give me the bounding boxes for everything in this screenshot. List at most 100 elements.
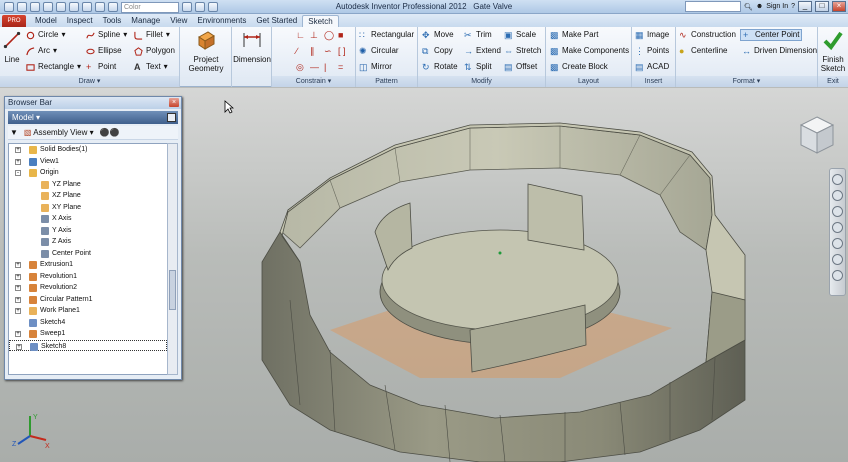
search-icon[interactable]: 🔍︎ (744, 3, 753, 11)
rectangle-button[interactable]: Rectangle ▾ (26, 62, 81, 72)
symmetric-constraint-icon[interactable]: [ ] (338, 46, 351, 61)
center-point-button[interactable]: + Center Point (740, 29, 803, 41)
expand-icon[interactable]: + (15, 273, 21, 280)
filter-icon[interactable]: ▼ (10, 128, 18, 137)
navbar-menu-icon[interactable] (832, 270, 843, 281)
fillet-button[interactable]: Fillet ▾ (134, 30, 170, 40)
tab-get-started[interactable]: Get Started (251, 15, 302, 27)
vertical-constraint-icon[interactable]: | (324, 62, 337, 77)
lock-constraint-icon[interactable]: ■ (338, 30, 351, 45)
tree-item[interactable]: + Revolution1 (9, 271, 167, 283)
tree-item[interactable]: + View1 (9, 156, 167, 168)
scrollbar-thumb[interactable] (169, 270, 176, 310)
tree-item[interactable]: + Work Plane1 (9, 305, 167, 317)
tab-sketch[interactable]: Sketch (302, 15, 339, 27)
sign-in-link[interactable]: Sign In (766, 3, 788, 10)
constrain-panel-title[interactable]: Constrain ▾ (272, 76, 355, 87)
draw-panel-title[interactable]: Draw ▾ (0, 76, 179, 87)
expand-icon[interactable]: + (15, 308, 21, 314)
tree-item[interactable]: Y Axis (9, 225, 167, 237)
points-button[interactable]: ⋮ Points (635, 46, 669, 56)
centerline-button[interactable]: ● Centerline (679, 46, 727, 56)
rectangular-pattern-button[interactable]: ∷ Rectangular (359, 30, 414, 40)
application-button[interactable]: PRO (2, 15, 26, 27)
assembly-view-dropdown[interactable]: ▧ Assembly View ▾ (24, 128, 94, 137)
offset-button[interactable]: ▤ Offset (504, 62, 537, 72)
tab-model[interactable]: Model (30, 15, 62, 27)
browser-bar-title[interactable]: Browser Bar × (5, 97, 181, 109)
create-block-button[interactable]: ▩ Create Block (550, 62, 608, 72)
arc-button[interactable]: Arc ▾ (26, 46, 57, 56)
viewcube[interactable] (798, 115, 836, 157)
browser-bar[interactable]: Browser Bar × Model ▾ ▼ ▧ Assembly View ▾… (4, 96, 182, 380)
browser-menu-icon[interactable] (167, 113, 176, 122)
expand-icon[interactable]: + (16, 343, 22, 350)
expand-icon[interactable]: + (15, 331, 21, 337)
tab-manage[interactable]: Manage (126, 15, 165, 27)
user-icon[interactable]: ☻ (756, 3, 763, 10)
tab-tools[interactable]: Tools (98, 15, 127, 27)
help-search-input[interactable] (685, 1, 742, 12)
tree-item[interactable]: Center Point (9, 248, 167, 260)
stretch-button[interactable]: ⇔ Stretch (504, 46, 541, 56)
tree-item[interactable]: + Solid Bodies(1) (9, 144, 167, 156)
project-geometry-button[interactable]: Project Geometry (182, 29, 230, 73)
tree-item[interactable]: + Revolution2 (9, 282, 167, 294)
construction-button[interactable]: ∿ Construction (679, 30, 736, 40)
close-icon[interactable]: × (169, 98, 179, 107)
format-panel-title[interactable]: Format ▾ (676, 76, 817, 87)
move-button[interactable]: ✥ Move (422, 30, 454, 40)
finish-sketch-button[interactable]: Finish Sketch (818, 29, 848, 73)
ellipse-button[interactable]: Ellipse (86, 46, 122, 56)
tangent-constraint-icon[interactable]: ◯ (324, 30, 337, 45)
orbit-icon[interactable] (832, 222, 843, 233)
expand-icon[interactable]: + (15, 147, 21, 153)
look-at-icon[interactable] (832, 238, 843, 249)
tree-item[interactable]: XY Plane (9, 202, 167, 214)
collapse-icon[interactable]: - (15, 170, 21, 176)
acad-button[interactable]: ▤ ACAD (635, 62, 669, 72)
model-dropdown[interactable]: Model ▾ (8, 111, 178, 124)
tab-inspect[interactable]: Inspect (62, 15, 98, 27)
tree-item[interactable]: + Sketch8 (9, 339, 167, 351)
split-button[interactable]: ⇅ Split (464, 62, 492, 72)
extend-button[interactable]: → Extend (464, 46, 501, 56)
circle-button[interactable]: Circle ▾ (26, 30, 65, 40)
parallel-constraint-icon[interactable]: ∥ (310, 46, 323, 61)
driven-dimension-button[interactable]: ↔ Driven Dimension (742, 46, 817, 56)
trim-button[interactable]: ✂ Trim (464, 30, 492, 40)
equal-constraint-icon[interactable]: = (338, 62, 351, 77)
zoom-icon[interactable] (832, 206, 843, 217)
minimize-button[interactable]: _ (798, 1, 812, 12)
horizontal-constraint-icon[interactable]: — (310, 62, 323, 77)
tab-view[interactable]: View (165, 15, 192, 27)
coincident-constraint-icon[interactable]: ∟ (296, 30, 309, 45)
tree-item[interactable]: + Extrusion1 (9, 259, 167, 271)
concentric-constraint-icon[interactable]: ◎ (296, 62, 309, 77)
tree-item[interactable]: XZ Plane (9, 190, 167, 202)
expand-icon[interactable]: + (15, 158, 21, 165)
polygon-button[interactable]: Polygon (134, 46, 175, 56)
spline-button[interactable]: Spline ▾ (86, 30, 127, 40)
rotate-button[interactable]: ↻ Rotate (422, 62, 458, 72)
find-icon[interactable]: ⚫⚫ (100, 128, 120, 137)
tree-item[interactable]: - Origin (9, 167, 167, 179)
smooth-constraint-icon[interactable]: ∽ (324, 46, 337, 61)
image-button[interactable]: ▦ Image (635, 30, 669, 40)
mirror-button[interactable]: ◫ Mirror (359, 62, 392, 72)
expand-icon[interactable]: + (15, 262, 21, 268)
scale-button[interactable]: ▣ Scale (504, 30, 536, 40)
tree-item[interactable]: YZ Plane (9, 179, 167, 191)
make-part-button[interactable]: ▩ Make Part (550, 30, 598, 40)
make-components-button[interactable]: ▩ Make Components (550, 46, 629, 56)
help-icon[interactable]: ? (791, 3, 795, 10)
restore-button[interactable]: □ (815, 1, 829, 12)
zoom-all-icon[interactable] (832, 254, 843, 265)
close-button[interactable]: × (832, 1, 846, 12)
tree-item[interactable]: Sketch4 (9, 317, 167, 329)
dimension-button[interactable]: Dimension (232, 29, 272, 64)
line-button[interactable]: Line (2, 29, 22, 64)
point-button[interactable]: + Point (86, 62, 116, 72)
expand-icon[interactable]: + (15, 296, 21, 303)
text-button[interactable]: A Text ▾ (134, 62, 168, 72)
